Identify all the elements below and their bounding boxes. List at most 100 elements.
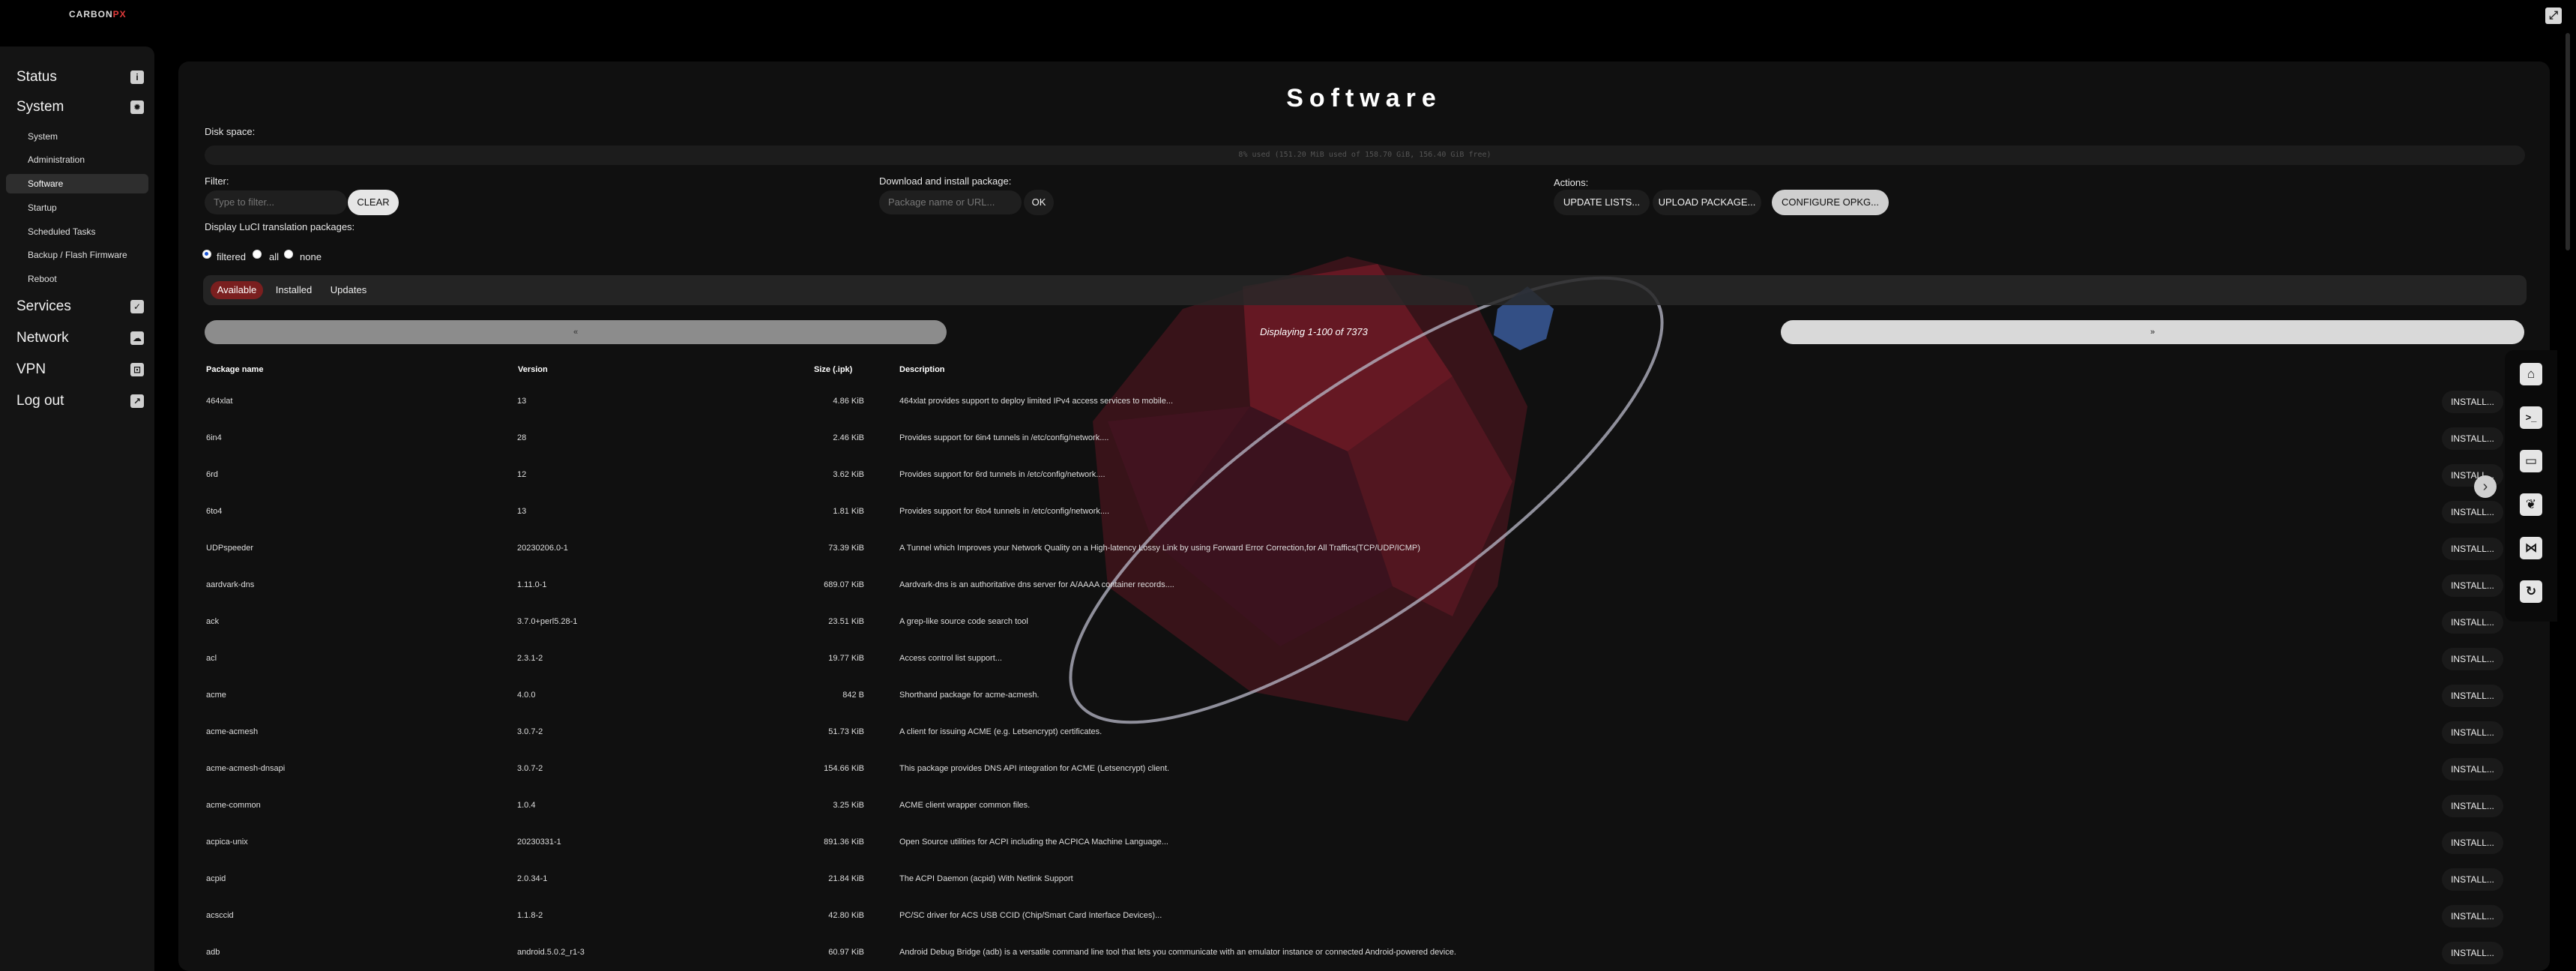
install-button[interactable]: INSTALL... bbox=[2442, 391, 2503, 413]
clear-button[interactable]: CLEAR bbox=[348, 190, 399, 215]
package-version: 3.0.7-2 bbox=[517, 764, 543, 773]
package-size: 19.77 KiB bbox=[828, 654, 864, 663]
radio-none-label: none bbox=[300, 251, 322, 262]
configure-opkg-button[interactable]: CONFIGURE OPKG... bbox=[1772, 190, 1889, 215]
install-button[interactable]: INSTALL... bbox=[2442, 795, 2503, 817]
radio-all[interactable] bbox=[253, 250, 262, 259]
install-button[interactable]: INSTALL... bbox=[2442, 685, 2503, 707]
package-description: Provides support for 6in4 tunnels in /et… bbox=[899, 433, 1109, 442]
sidebar-item-network[interactable]: Network ☁ bbox=[16, 327, 144, 349]
sidebar-item-vpn[interactable]: VPN ⊡ bbox=[16, 358, 144, 381]
column-header-version[interactable]: Version bbox=[518, 365, 548, 374]
radio-filtered[interactable] bbox=[202, 250, 211, 259]
table-row: aardvark-dns 1.11.0-1 689.07 KiB Aardvark-d… bbox=[205, 574, 2503, 617]
sidebar-subitem-startup[interactable]: Startup bbox=[6, 198, 148, 217]
sidebar-item-logout[interactable]: Log out ↗ bbox=[16, 390, 144, 412]
package-size: 51.73 KiB bbox=[828, 727, 864, 736]
table-row: acl 2.3.1-2 19.77 KiB Access control list s… bbox=[205, 648, 2503, 691]
lock-icon: ⊡ bbox=[130, 363, 144, 376]
package-name: acsccid bbox=[206, 911, 234, 920]
install-button[interactable]: INSTALL... bbox=[2442, 758, 2503, 781]
table-row: acpica-unix 20230331-1 891.36 KiB Open Sour… bbox=[205, 832, 2503, 874]
ok-button[interactable]: OK bbox=[1024, 190, 1054, 215]
package-description: Android Debug Bridge (adb) is a versatil… bbox=[899, 948, 1456, 957]
package-description: A client for issuing ACME (e.g. Letsencr… bbox=[899, 727, 1103, 736]
pager-next-button[interactable]: » bbox=[1781, 320, 2524, 344]
sidebar-subitem-administration[interactable]: Administration bbox=[6, 150, 148, 169]
install-button[interactable]: INSTALL... bbox=[2442, 721, 2503, 744]
package-size: 3.62 KiB bbox=[833, 470, 864, 479]
install-button[interactable]: INSTALL... bbox=[2442, 611, 2503, 634]
package-url-input[interactable]: Package name or URL... bbox=[879, 190, 1022, 214]
sidebar-item-label: Services bbox=[16, 298, 71, 314]
package-description: 464xlat provides support to deploy limit… bbox=[899, 397, 1174, 406]
chevron-right-icon[interactable]: › bbox=[2474, 475, 2497, 498]
sidebar-subitem-scheduled-tasks[interactable]: Scheduled Tasks bbox=[6, 222, 148, 241]
pager-prev-button[interactable]: « bbox=[205, 320, 947, 344]
radio-all-label: all bbox=[269, 251, 280, 262]
leaf-icon[interactable]: ❦ bbox=[2520, 493, 2542, 516]
table-row: acme-acmesh-dnsapi 3.0.7-2 154.66 KiB This … bbox=[205, 758, 2503, 801]
sidebar-subitem-backup-flash[interactable]: Backup / Flash Firmware bbox=[6, 245, 148, 265]
package-description: A grep-like source code search tool bbox=[899, 617, 1028, 626]
share-icon[interactable]: ⋈ bbox=[2520, 537, 2542, 559]
pager-info: Displaying 1-100 of 7373 bbox=[1260, 326, 1368, 337]
package-size: 154.66 KiB bbox=[824, 764, 864, 773]
cloud-icon: ☁ bbox=[130, 331, 144, 345]
install-button[interactable]: INSTALL... bbox=[2442, 427, 2503, 450]
sidebar-subitem-system[interactable]: System bbox=[6, 127, 148, 146]
sidebar-subitem-software[interactable]: Software bbox=[6, 174, 148, 193]
radio-none[interactable] bbox=[284, 250, 293, 259]
tab-installed[interactable]: Installed bbox=[271, 281, 317, 299]
sidebar-item-system[interactable]: System ✹ bbox=[16, 96, 144, 118]
scrollbar[interactable] bbox=[2566, 33, 2570, 250]
brand-logo[interactable]: CARBONPX bbox=[69, 9, 127, 19]
package-description: The ACPI Daemon (acpid) With Netlink Sup… bbox=[899, 874, 1073, 883]
table-row: acpid 2.0.34-1 21.84 KiB The ACPI Daemon (a… bbox=[205, 868, 2503, 911]
package-description: This package provides DNS API integratio… bbox=[899, 764, 1170, 773]
home-icon[interactable]: ⌂ bbox=[2520, 363, 2542, 385]
terminal-icon[interactable]: >_ bbox=[2520, 406, 2542, 429]
install-button[interactable]: INSTALL... bbox=[2442, 942, 2503, 964]
install-button[interactable]: INSTALL... bbox=[2442, 501, 2503, 523]
column-header-name[interactable]: Package name bbox=[206, 365, 263, 374]
sidebar-item-label: Status bbox=[16, 69, 57, 85]
sidebar-subitem-reboot[interactable]: Reboot bbox=[6, 269, 148, 289]
package-version: 4.0.0 bbox=[517, 691, 536, 700]
checkbox-icon: ✓ bbox=[130, 300, 144, 313]
package-size: 2.46 KiB bbox=[833, 433, 864, 442]
storage-icon[interactable]: ▭ bbox=[2520, 450, 2542, 472]
package-version: 1.11.0-1 bbox=[517, 580, 547, 589]
right-toolbar: ⌂ >_ ▭ ❦ ⋈ ↻ bbox=[2505, 350, 2557, 622]
install-button[interactable]: INSTALL... bbox=[2442, 868, 2503, 891]
sidebar-item-label: VPN bbox=[16, 361, 46, 377]
package-name: acme bbox=[206, 691, 226, 700]
install-button[interactable]: INSTALL... bbox=[2442, 574, 2503, 597]
column-header-description[interactable]: Description bbox=[899, 365, 945, 374]
fullscreen-icon[interactable]: ⤢ bbox=[2545, 7, 2562, 24]
column-header-size[interactable]: Size (.ipk) bbox=[814, 365, 852, 374]
package-version: 3.7.0+perl5.28-1 bbox=[517, 617, 578, 626]
package-size: 842 B bbox=[842, 691, 864, 700]
tab-available[interactable]: Available bbox=[211, 281, 263, 299]
table-row: 6rd 12 3.62 KiB Provides support for 6rd tu… bbox=[205, 464, 2503, 507]
package-version: 28 bbox=[517, 433, 527, 442]
tab-updates[interactable]: Updates bbox=[325, 281, 372, 299]
table-row: acme-common 1.0.4 3.25 KiB ACME client wrap… bbox=[205, 795, 2503, 838]
install-button[interactable]: INSTALL... bbox=[2442, 648, 2503, 670]
refresh-icon[interactable]: ↻ bbox=[2520, 580, 2542, 603]
package-version: 1.1.8-2 bbox=[517, 911, 543, 920]
sidebar-item-services[interactable]: Services ✓ bbox=[16, 295, 144, 318]
sidebar-item-status[interactable]: Status i bbox=[16, 66, 144, 88]
package-description: PC/SC driver for ACS USB CCID (Chip/Smar… bbox=[899, 911, 1162, 920]
package-version: 13 bbox=[517, 507, 527, 516]
install-button[interactable]: INSTALL... bbox=[2442, 538, 2503, 560]
install-button[interactable]: INSTALL... bbox=[2442, 905, 2503, 928]
filter-input[interactable]: Type to filter... bbox=[205, 190, 347, 214]
install-button[interactable]: INSTALL... bbox=[2442, 832, 2503, 854]
upload-package-button[interactable]: UPLOAD PACKAGE... bbox=[1653, 190, 1761, 215]
update-lists-button[interactable]: UPDATE LISTS... bbox=[1554, 190, 1650, 215]
table-row: acsccid 1.1.8-2 42.80 KiB PC/SC driver for … bbox=[205, 905, 2503, 948]
table-row: UDPspeeder 20230206.0-1 73.39 KiB A Tunnel … bbox=[205, 538, 2503, 580]
table-row: adb android.5.0.2_r1-3 60.97 KiB Android De… bbox=[205, 942, 2503, 971]
